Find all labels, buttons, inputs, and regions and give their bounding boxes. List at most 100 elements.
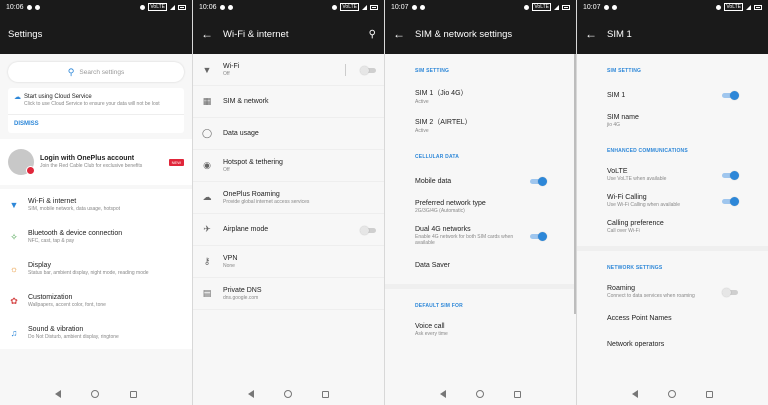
wifi-calling-item[interactable]: Wi-Fi Calling Use Wi-Fi Calling when avai… (577, 188, 768, 214)
whatsapp-icon (603, 4, 609, 10)
calling-preference-item[interactable]: Calling preference Call over Wi-Fi (577, 214, 768, 240)
nav-home-icon[interactable] (284, 390, 292, 398)
nav-back-icon[interactable] (632, 390, 638, 398)
preferred-network-item[interactable]: Preferred network type 2G/3G/4G (Automati… (385, 194, 576, 220)
nav-recents-icon[interactable] (514, 390, 521, 398)
settings-item-bluetooth[interactable]: ✧ Bluetooth & device connection NFC, cast… (0, 221, 192, 253)
wifi-item-airplane-mode[interactable]: ✈ Airplane mode (193, 214, 384, 246)
wifi-item-vpn[interactable]: ⚷ VPN None (193, 246, 384, 278)
wifi-internet-screen: 10:06 VoLTE ← Wi-Fi & internet ⚲ ▼ Wi-Fi… (192, 0, 384, 405)
dismiss-button[interactable]: DISMISS (14, 121, 178, 127)
airplane-toggle[interactable] (360, 225, 376, 235)
status-bar: 10:06 VoLTE (193, 0, 384, 14)
notification-icon (419, 4, 425, 10)
settings-item-sound[interactable]: ♫ Sound & vibration Do Not Disturb, ambie… (0, 317, 192, 349)
wifi-item-private-dns[interactable]: ▤ Private DNS dns.google.com (193, 278, 384, 310)
login-oneplus-account[interactable]: Login with OnePlus account Join the Red … (0, 139, 192, 185)
wifi-toggle[interactable] (360, 65, 376, 75)
network-operators-item[interactable]: Network operators (577, 331, 768, 357)
wifi-item-oneplus-roaming[interactable]: ☁ OnePlus Roaming Provide global internet… (193, 182, 384, 214)
data-saver-item[interactable]: Data Saver (385, 252, 576, 278)
search-input[interactable]: ⚲ Search settings (8, 62, 184, 82)
sim1-item[interactable]: SIM 1（Jio 4G） Active (385, 82, 576, 111)
list-item-subtitle: Off (223, 70, 230, 77)
sim1-toggle[interactable] (722, 91, 739, 100)
wifi-item-wifi[interactable]: ▼ Wi-Fi Off (193, 54, 384, 86)
sim-name-item[interactable]: SIM name jio 4G (577, 108, 768, 134)
roaming-item[interactable]: Roaming Connect to data services when roa… (577, 279, 768, 305)
section-network-settings: NETWORK SETTINGS (607, 265, 663, 271)
settings-screen: 10:06 VoLTE Settings ⚲ Search settings ☁… (0, 0, 192, 405)
signal-icon (170, 4, 175, 10)
sim1-enable-item[interactable]: SIM 1 (577, 82, 768, 108)
whatsapp-icon (219, 4, 225, 10)
voice-call-item[interactable]: Voice call Ask every time (385, 317, 576, 343)
list-item-title: VPN (223, 254, 238, 262)
settings-item-wifi-internet[interactable]: ▼ Wi-Fi & internet SIM, mobile network, d… (0, 189, 192, 221)
section-enhanced-communications: ENHANCED COMMUNICATIONS (607, 148, 688, 154)
status-time: 10:07 (583, 3, 601, 11)
volte-item[interactable]: VoLTE Use VoLTE when available (577, 162, 768, 188)
settings-item-customization[interactable]: ✿ Customization Wallpapers, accent color,… (0, 285, 192, 317)
list-item-title: Wi-Fi & internet (28, 198, 77, 205)
list-item-subtitle: NFC, cast, tap & pay (28, 238, 75, 244)
list-item-title: Airplane mode (223, 226, 269, 233)
list-item-title: Calling preference (607, 220, 664, 227)
nav-back-icon[interactable] (440, 390, 446, 398)
nav-home-icon[interactable] (91, 390, 100, 398)
login-title: Login with OnePlus account (40, 154, 135, 162)
list-item-title: Data Saver (415, 261, 451, 269)
list-item-title: Preferred network type (415, 200, 486, 207)
roaming-toggle[interactable] (722, 288, 738, 297)
divider (8, 114, 184, 115)
nav-back-icon[interactable] (55, 390, 62, 398)
wifi-item-data-usage[interactable]: ◯ Data usage (193, 118, 384, 150)
search-icon[interactable]: ⚲ (369, 29, 376, 40)
dual-4g-item[interactable]: Dual 4G networks Enable 4G network for bo… (385, 220, 576, 252)
wifi-calling-toggle[interactable] (722, 197, 739, 206)
sim2-item[interactable]: SIM 2（AIRTEL） Active (385, 111, 576, 140)
list-item-title: Roaming (607, 285, 636, 292)
nav-recents-icon[interactable] (322, 390, 329, 398)
apn-item[interactable]: Access Point Names (577, 305, 768, 331)
wifi-content: ▼ Wi-Fi Off ▦ SIM & network ◯ Data usage … (193, 54, 384, 383)
volte-toggle[interactable] (722, 171, 739, 180)
list-item-title: Mobile data (415, 177, 452, 185)
nav-home-icon[interactable] (476, 390, 484, 398)
list-item-subtitle: SIM, mobile network, data usage, hotspot (28, 206, 120, 212)
volte-icon: VoLTE (724, 3, 743, 11)
list-item-subtitle: Active (415, 99, 429, 105)
battery-icon (754, 4, 762, 10)
back-arrow-icon[interactable]: ← (393, 28, 407, 40)
volte-icon: VoLTE (532, 3, 551, 11)
whatsapp-icon (411, 4, 417, 10)
mobile-data-item[interactable]: Mobile data (385, 168, 576, 194)
signal-icon (554, 4, 559, 10)
back-arrow-icon[interactable]: ← (585, 28, 599, 40)
battery-icon (562, 4, 570, 10)
section-sim-setting: SIM SETTING (607, 68, 642, 74)
wifi-item-hotspot[interactable]: ◉ Hotspot & tethering Off (193, 150, 384, 182)
cloud-service-card[interactable]: ☁ Start using Cloud Service Click to use… (8, 88, 184, 133)
mobile-data-toggle[interactable] (530, 177, 547, 186)
back-arrow-icon[interactable]: ← (201, 28, 215, 40)
app-bar: ← SIM & network settings (385, 14, 576, 54)
settings-item-display[interactable]: ☼ Display Status bar, ambient display, ni… (0, 253, 192, 285)
sim-card-icon: ▦ (202, 96, 212, 106)
dns-icon: ▤ (202, 288, 212, 298)
nav-recents-icon[interactable] (129, 390, 137, 398)
list-item-title: Network operators (607, 340, 665, 348)
notification-icon (611, 4, 617, 10)
nav-recents-icon[interactable] (706, 390, 713, 398)
nav-back-icon[interactable] (248, 390, 254, 398)
wifi-item-sim-network[interactable]: ▦ SIM & network (193, 86, 384, 118)
list-item-title: SIM & network (223, 98, 269, 105)
list-item-title: Access Point Names (607, 314, 672, 322)
list-item-subtitle: Ask every time (415, 331, 448, 337)
cloud-icon: ☁ (14, 94, 21, 101)
avatar (8, 149, 35, 175)
nav-home-icon[interactable] (668, 390, 676, 398)
dual-4g-toggle[interactable] (530, 232, 547, 241)
notification-icon (34, 4, 40, 10)
status-bar: 10:07 VoLTE (577, 0, 768, 14)
